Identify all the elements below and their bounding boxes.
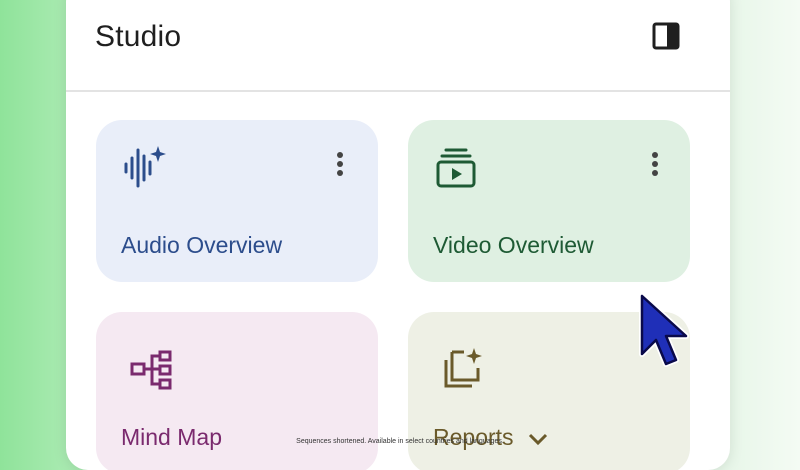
video-overview-card[interactable]: Video Overview <box>408 120 690 282</box>
audio-more-button[interactable] <box>334 152 346 180</box>
video-more-button[interactable] <box>649 152 661 180</box>
card-label: Video Overview <box>433 232 594 258</box>
reports-sparkle-icon <box>444 348 482 388</box>
mouse-pointer-icon <box>639 293 689 367</box>
mind-map-icon <box>130 350 172 390</box>
card-label: Audio Overview <box>121 232 283 258</box>
mind-map-card[interactable]: Mind Map <box>96 312 378 470</box>
side-panel-icon[interactable] <box>652 22 680 50</box>
card-label: Reports <box>433 424 514 450</box>
studio-panel: Studio Audio Overview Video Overview Min… <box>66 0 730 470</box>
video-play-stack-icon <box>436 148 476 188</box>
header-divider <box>66 90 730 92</box>
disclaimer-caption: Sequences shortened. Available in select… <box>296 438 504 445</box>
audio-waveform-sparkle-icon <box>124 146 166 188</box>
panel-title: Studio <box>95 20 182 53</box>
audio-overview-card[interactable]: Audio Overview <box>96 120 378 282</box>
